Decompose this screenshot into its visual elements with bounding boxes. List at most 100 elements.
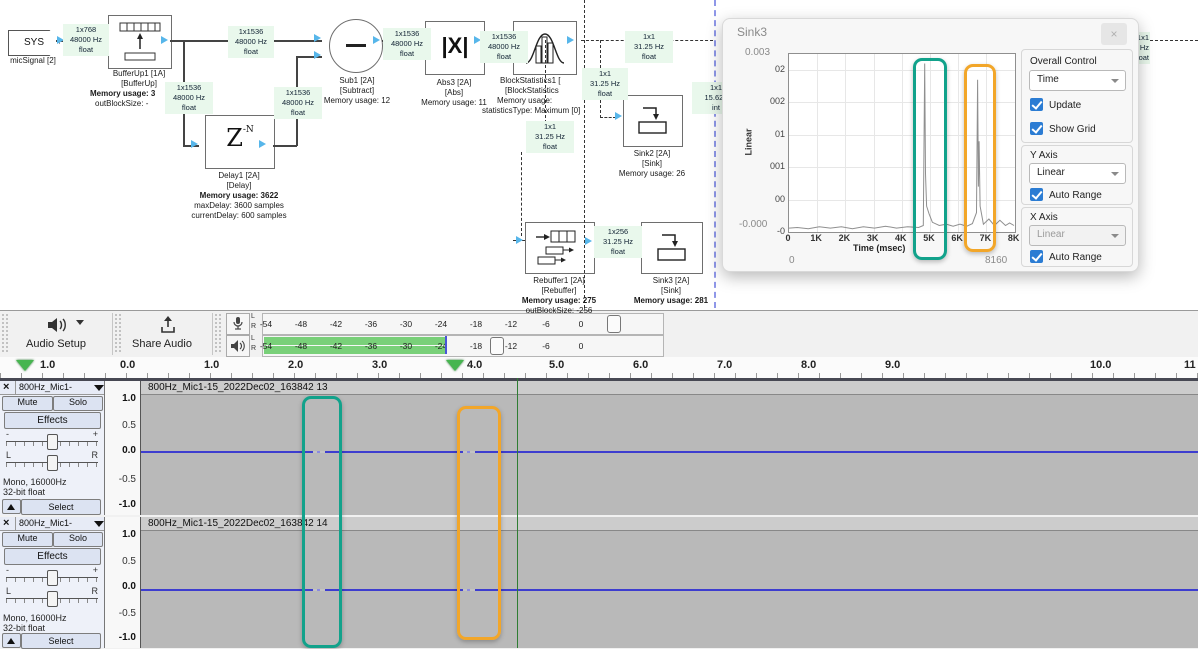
sink2-block[interactable]: [623, 95, 683, 147]
block-caption: outBlockSize: -256: [526, 306, 593, 316]
port-arrow-icon: [314, 34, 321, 42]
mute-button[interactable]: Mute: [2, 532, 53, 547]
select-button[interactable]: Select: [21, 499, 101, 515]
sub1-block[interactable]: [329, 19, 383, 73]
y-auto-range-checkbox[interactable]: Auto Range: [1030, 188, 1102, 202]
wire-label: 1x131.25 Hzfloat: [582, 68, 628, 100]
clip-title-bar[interactable]: 800Hz_Mic1-15_2022Dec02_163842 14: [141, 517, 1198, 531]
share-audio-button[interactable]: Share Audio: [124, 312, 212, 355]
track-name-button[interactable]: 800Hz_Mic1-: [15, 517, 107, 530]
dashed-wire: [521, 152, 522, 236]
track1-vertical-ruler[interactable]: 1.0 0.5 0.0 -0.5 -1.0: [105, 381, 141, 515]
playhead-marker-icon[interactable]: [446, 360, 464, 371]
gain-slider[interactable]: - +: [4, 429, 100, 449]
wire: [273, 145, 297, 147]
waveform-line: [141, 589, 1198, 591]
clip-title-bar[interactable]: 800Hz_Mic1-15_2022Dec02_163842 13: [141, 381, 1198, 395]
wire-label: 1x153648000 Hzfloat: [228, 26, 274, 58]
sink3-window: Sink3 × 0.003 -0.000 Linear Time (msec) …: [722, 18, 1139, 272]
track-name-button[interactable]: 800Hz_Mic1-: [15, 381, 107, 394]
playback-meter[interactable]: -54-48-42-36-30-24-18-12-60: [262, 335, 664, 357]
block-caption: Delay1 [2A]: [218, 171, 259, 181]
block-caption: [Sink]: [642, 159, 662, 169]
pan-slider[interactable]: L R: [4, 450, 100, 470]
caret-down-icon: [94, 385, 104, 391]
toolbar-grip[interactable]: [115, 314, 122, 354]
select-button[interactable]: Select: [21, 633, 101, 649]
pan-slider[interactable]: L R: [4, 586, 100, 606]
chevron-down-icon: [1111, 234, 1119, 238]
wire-label: 1x153648000 Hzfloat: [480, 31, 528, 63]
gain-slider-thumb[interactable]: [47, 434, 58, 450]
pan-slider-thumb[interactable]: [47, 591, 58, 607]
audio-setup-button[interactable]: Audio Setup: [12, 312, 112, 355]
effects-button[interactable]: Effects: [4, 412, 101, 429]
collapse-button[interactable]: [2, 633, 21, 648]
sink-icon: [652, 230, 692, 266]
wire-label: 1x131.25 Hzfloat: [625, 31, 673, 63]
track-format-info: Mono, 16000Hz: [3, 613, 67, 623]
port-arrow-icon: [615, 112, 622, 120]
track-close-button[interactable]: ×: [3, 517, 9, 529]
toolbar-grip[interactable]: [215, 314, 222, 354]
track-row-1: × 800Hz_Mic1- Mute Solo Effects - + L: [0, 381, 1198, 515]
toolbar-grip[interactable]: [2, 314, 9, 354]
window-close-button[interactable]: ×: [1101, 23, 1127, 45]
caret-down-icon: [76, 320, 84, 325]
collapse-button[interactable]: [2, 499, 21, 514]
playhead-cursor-line[interactable]: [517, 378, 518, 648]
overall-control-select[interactable]: Time: [1029, 70, 1126, 91]
record-meter-button[interactable]: [226, 313, 250, 335]
meter-scale-label: -6: [542, 341, 550, 351]
plot-ymax-label: 0.003: [745, 47, 770, 58]
timeline-label: 6.0: [633, 359, 648, 371]
solo-button[interactable]: Solo: [53, 532, 103, 547]
block-caption: [Rebuffer]: [542, 286, 577, 296]
overall-control-value: Time: [1037, 74, 1059, 85]
timeline-label: 7.0: [717, 359, 732, 371]
recording-meter-handle[interactable]: [607, 315, 621, 333]
block-caption: Sink2 [2A]: [634, 149, 670, 159]
y-axis-value: Linear: [1037, 167, 1065, 178]
playback-meter-handle[interactable]: [490, 337, 504, 355]
track-format-info: Mono, 16000Hz: [3, 477, 67, 487]
timeline-ruler[interactable]: 1.00.01.02.03.04.05.06.07.08.09.010.011: [0, 357, 1198, 379]
ruler-label: -1.0: [119, 632, 136, 643]
playback-meter-button[interactable]: [226, 335, 250, 357]
plot-y-tick: 00: [765, 194, 785, 204]
gain-slider[interactable]: - +: [4, 565, 100, 585]
mute-button[interactable]: Mute: [2, 396, 53, 411]
abs3-block[interactable]: |X|: [425, 21, 485, 75]
minus-icon: [346, 44, 366, 47]
x-auto-range-checkbox[interactable]: Auto Range: [1030, 250, 1102, 264]
timeline-label: 1.0: [40, 359, 55, 371]
track2-vertical-ruler[interactable]: 1.0 0.5 0.0 -0.5 -1.0: [105, 517, 141, 648]
loop-marker-icon[interactable]: [16, 360, 34, 371]
track1-waveform-area[interactable]: 800Hz_Mic1-15_2022Dec02_163842 13: [141, 381, 1198, 515]
sys-source-block[interactable]: SYS: [8, 30, 60, 56]
x-axis-select[interactable]: Linear: [1029, 225, 1126, 246]
update-checkbox[interactable]: Update: [1030, 98, 1081, 112]
teal-highlight-tracks: [302, 396, 342, 648]
signal-flow-diagram: SYS micSignal [2]: [0, 0, 1198, 310]
solo-button[interactable]: Solo: [53, 396, 103, 411]
pan-right-label: R: [92, 586, 99, 596]
track-close-button[interactable]: ×: [3, 381, 9, 393]
show-grid-checkbox[interactable]: Show Grid: [1030, 122, 1096, 136]
gain-slider-thumb[interactable]: [47, 570, 58, 586]
track2-waveform-area[interactable]: 800Hz_Mic1-15_2022Dec02_163842 14: [141, 517, 1198, 648]
plot-y-tick: 002: [765, 96, 785, 106]
timeline-label: 4.0: [467, 359, 482, 371]
recording-meter[interactable]: -54-48-42-36-30-24-18-12-60: [262, 313, 664, 335]
block-caption: BufferUp1 [1A]: [113, 69, 165, 79]
y-axis-select[interactable]: Linear: [1029, 163, 1126, 184]
microphone-icon: [231, 316, 245, 332]
clip-title: 800Hz_Mic1-15_2022Dec02_163842 13: [148, 382, 328, 393]
effects-button[interactable]: Effects: [4, 548, 101, 565]
plot-x-tick: 1K: [810, 233, 822, 243]
meter-scale-label: -36: [365, 341, 377, 351]
y-auto-range-label: Auto Range: [1049, 190, 1102, 201]
sink3-block[interactable]: [641, 222, 703, 274]
chevron-down-icon: [1111, 172, 1119, 176]
pan-slider-thumb[interactable]: [47, 455, 58, 471]
